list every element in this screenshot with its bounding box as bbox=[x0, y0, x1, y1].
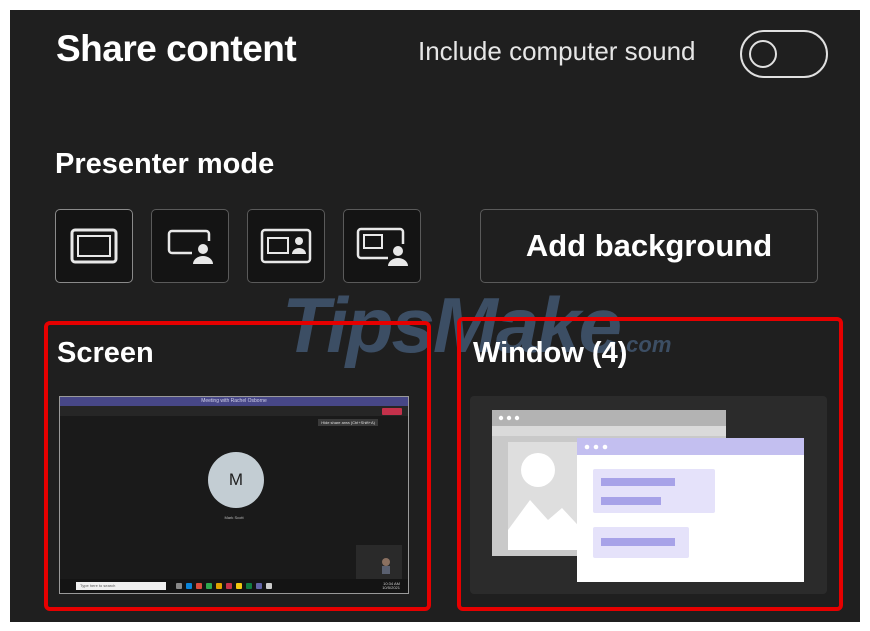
preview-clock: 10:34 AM 10/5/2021 bbox=[382, 582, 400, 590]
taskbar-icon bbox=[216, 583, 222, 589]
window-share-thumbnail[interactable] bbox=[470, 396, 827, 594]
preview-date: 10/5/2021 bbox=[382, 585, 400, 590]
add-background-button[interactable]: Add background bbox=[480, 209, 818, 283]
side-by-side-icon bbox=[260, 228, 312, 264]
preview-participant-name: Mark Scott bbox=[224, 515, 244, 520]
preview-avatar: M bbox=[208, 452, 264, 508]
taskbar-icon bbox=[206, 583, 212, 589]
preview-toolbar bbox=[60, 406, 408, 416]
taskbar-icon bbox=[266, 583, 272, 589]
presenter-mode-standout-button[interactable] bbox=[151, 209, 229, 283]
person-icon bbox=[382, 558, 390, 574]
preview-self-video bbox=[356, 545, 402, 579]
window-label: Window (4) bbox=[473, 337, 628, 369]
taskbar-icon bbox=[186, 583, 192, 589]
screen-share-thumbnail[interactable]: Meeting with Rachel Osborne Hide share a… bbox=[59, 396, 409, 594]
presenter-mode-label: Presenter mode bbox=[55, 148, 275, 180]
presenter-mode-side-by-side-button[interactable] bbox=[247, 209, 325, 283]
reporter-icon bbox=[356, 227, 408, 266]
content-only-icon bbox=[70, 228, 118, 264]
panel-title: Share content bbox=[56, 28, 297, 69]
preview-leave-button bbox=[382, 408, 402, 415]
share-content-panel: Share content Include computer sound Pre… bbox=[10, 10, 860, 622]
screen-label: Screen bbox=[57, 337, 154, 369]
standout-icon bbox=[167, 229, 213, 264]
preview-taskbar: Type here to search 10:34 AM 10/5/2021 bbox=[60, 579, 408, 593]
preview-tooltip: Hide share area (Ctrl+Shift+A) bbox=[318, 419, 378, 426]
preview-search-box: Type here to search bbox=[76, 582, 166, 590]
include-sound-toggle[interactable] bbox=[740, 30, 828, 78]
presenter-mode-content-only-button[interactable] bbox=[55, 209, 133, 283]
taskbar-icon bbox=[196, 583, 202, 589]
presenter-mode-reporter-button[interactable] bbox=[343, 209, 421, 283]
taskbar-icon bbox=[236, 583, 242, 589]
taskbar-icon bbox=[176, 583, 182, 589]
taskbar-icon bbox=[226, 583, 232, 589]
windows-illustration-icon bbox=[492, 410, 804, 582]
watermark-suffix: .com bbox=[620, 332, 672, 357]
include-sound-label: Include computer sound bbox=[418, 36, 696, 66]
taskbar-icon bbox=[246, 583, 252, 589]
taskbar-icon bbox=[256, 583, 262, 589]
toggle-knob bbox=[749, 40, 777, 68]
preview-meeting-title: Meeting with Rachel Osborne bbox=[201, 398, 267, 404]
